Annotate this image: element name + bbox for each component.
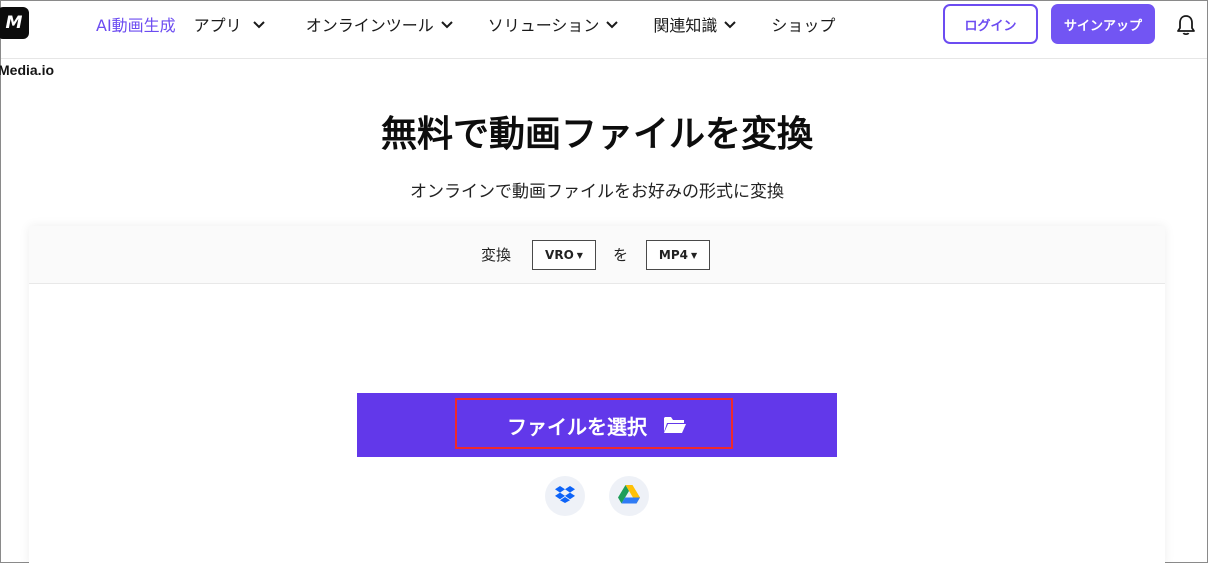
format-selector-bar: 変換 VRO ▼ を MP4 ▼ <box>29 226 1165 284</box>
target-format-select[interactable]: MP4 ▼ <box>646 240 710 270</box>
nav-item-label: アプリ <box>193 16 242 35</box>
to-label: を <box>613 246 629 264</box>
google-drive-icon <box>618 484 640 508</box>
dropbox-icon <box>555 485 575 507</box>
chevron-down-icon <box>723 17 737 31</box>
nav-item-apps[interactable]: アプリ <box>194 12 266 36</box>
login-button[interactable]: ログイン <box>943 4 1038 44</box>
folder-open-icon <box>663 415 687 434</box>
nav-item-label: 関連知識 <box>653 16 718 35</box>
main-nav: AI動画生成 アプリ オンラインツール ソリューション 関連知識 ショップ <box>96 1 835 47</box>
target-format-value: MP4 <box>658 248 688 262</box>
nav-item-shop[interactable]: ショップ <box>771 12 835 36</box>
caret-down-icon: ▼ <box>690 250 698 260</box>
brand-name: Media.io <box>0 62 55 78</box>
source-format-select[interactable]: VRO ▼ <box>532 240 596 270</box>
nav-item-knowledge[interactable]: 関連知識 <box>653 12 737 36</box>
media-io-logo[interactable]: M <box>0 7 29 39</box>
nav-item-ai-video[interactable]: AI動画生成 <box>96 12 176 36</box>
caret-down-icon: ▼ <box>576 250 583 260</box>
nav-item-online-tools[interactable]: オンラインツール <box>306 12 454 36</box>
chevron-down-icon <box>252 17 266 31</box>
nav-item-label: オンラインツール <box>305 16 434 35</box>
page-title: 無料で動画ファイルを変換 <box>380 114 813 155</box>
nav-item-label: ショップ <box>771 16 836 35</box>
signup-button[interactable]: サインアップ <box>1051 4 1155 44</box>
nav-item-label: ソリューション <box>487 16 600 35</box>
nav-item-label: AI動画生成 <box>96 16 176 35</box>
dropbox-button[interactable] <box>545 476 585 516</box>
google-drive-button[interactable] <box>609 476 649 516</box>
chevron-down-icon <box>605 17 619 31</box>
choose-file-label: ファイルを選択 <box>507 415 647 439</box>
bell-icon[interactable] <box>1176 14 1196 36</box>
source-format-value: VRO <box>545 248 574 262</box>
choose-file-button[interactable]: ファイルを選択 <box>357 393 837 457</box>
chevron-down-icon <box>440 17 454 31</box>
top-header: M AI動画生成 アプリ オンラインツール ソリューション 関連知識 ショップ … <box>0 1 1207 59</box>
page-subtitle: オンラインで動画ファイルをお好みの形式に変換 <box>410 182 784 202</box>
convert-label: 変換 <box>481 246 512 264</box>
nav-item-solutions[interactable]: ソリューション <box>488 12 620 36</box>
converter-card: 変換 VRO ▼ を MP4 ▼ ファイルを選択 <box>29 226 1165 563</box>
